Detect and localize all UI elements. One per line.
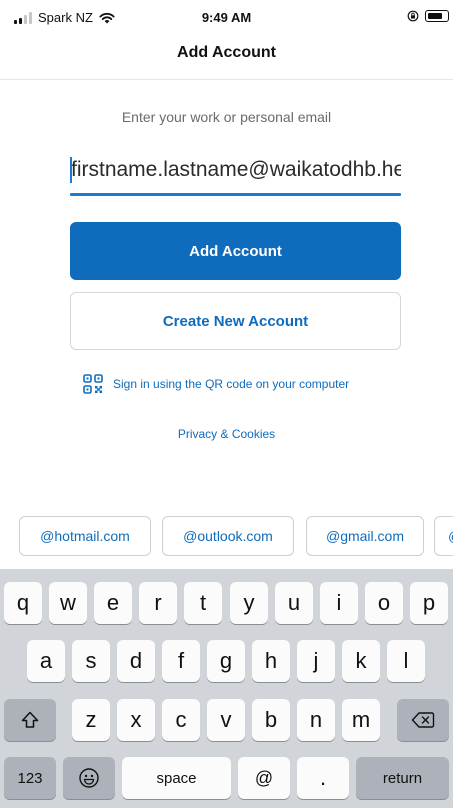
key-u[interactable]: u: [275, 582, 313, 624]
shift-key[interactable]: [4, 699, 56, 741]
key-k[interactable]: k: [342, 640, 380, 682]
suggestion-chip-gmail[interactable]: @gmail.com: [306, 516, 424, 556]
key-c[interactable]: c: [162, 699, 200, 741]
email-prompt: Enter your work or personal email: [121, 109, 332, 125]
create-new-account-button[interactable]: Create New Account: [70, 292, 401, 350]
status-time: 9:49 AM: [201, 10, 252, 25]
email-field[interactable]: [70, 150, 401, 190]
key-i[interactable]: i: [320, 582, 358, 624]
key-r[interactable]: r: [139, 582, 177, 624]
key-o[interactable]: o: [365, 582, 403, 624]
key-e[interactable]: e: [94, 582, 132, 624]
key-j[interactable]: j: [297, 640, 335, 682]
qr-code-icon: [83, 374, 103, 394]
key-x[interactable]: x: [117, 699, 155, 741]
key-p[interactable]: p: [410, 582, 448, 624]
page-title: Add Account: [177, 44, 276, 61]
key-l[interactable]: l: [387, 640, 425, 682]
key-n[interactable]: n: [297, 699, 335, 741]
key-a[interactable]: a: [27, 640, 65, 682]
dot-key[interactable]: .: [297, 757, 349, 799]
status-bar: Spark NZ 9:49 AM: [0, 0, 453, 40]
key-y[interactable]: y: [230, 582, 268, 624]
add-account-button[interactable]: Add Account: [70, 222, 401, 280]
email-field-underline: [70, 193, 401, 196]
key-f[interactable]: f: [162, 640, 200, 682]
status-right: [407, 10, 449, 22]
key-h[interactable]: h: [252, 640, 290, 682]
keyboard: q w e r t y u i o p a s d f g h j k l z …: [0, 569, 453, 808]
space-key[interactable]: space: [122, 757, 231, 799]
key-d[interactable]: d: [117, 640, 155, 682]
domain-suggestions: @hotmail.com @outlook.com @gmail.com @: [19, 516, 453, 558]
key-z[interactable]: z: [72, 699, 110, 741]
return-key[interactable]: return: [356, 757, 449, 799]
shift-icon: [21, 711, 39, 728]
text-caret: [70, 157, 72, 183]
key-m[interactable]: m: [342, 699, 380, 741]
emoji-key[interactable]: [63, 757, 115, 799]
key-s[interactable]: s: [72, 640, 110, 682]
privacy-cookies-link[interactable]: Privacy & Cookies: [0, 427, 453, 441]
key-t[interactable]: t: [184, 582, 222, 624]
key-g[interactable]: g: [207, 640, 245, 682]
suggestion-chip-partial[interactable]: @: [434, 516, 453, 556]
suggestion-chip-outlook[interactable]: @outlook.com: [162, 516, 294, 556]
numbers-key[interactable]: 123: [4, 757, 56, 799]
at-key[interactable]: @: [238, 757, 290, 799]
qr-signin-link[interactable]: Sign in using the QR code on your comput…: [83, 374, 349, 394]
nav-divider: [0, 79, 453, 80]
battery-icon: [425, 10, 449, 22]
key-w[interactable]: w: [49, 582, 87, 624]
emoji-icon: [79, 768, 99, 788]
key-v[interactable]: v: [207, 699, 245, 741]
rotation-lock-icon: [407, 10, 419, 22]
backspace-key[interactable]: [397, 699, 449, 741]
email-field-container[interactable]: [70, 150, 401, 198]
key-q[interactable]: q: [4, 582, 42, 624]
key-b[interactable]: b: [252, 699, 290, 741]
backspace-icon: [411, 712, 435, 728]
suggestion-chip-hotmail[interactable]: @hotmail.com: [19, 516, 151, 556]
qr-signin-label: Sign in using the QR code on your comput…: [113, 377, 350, 391]
